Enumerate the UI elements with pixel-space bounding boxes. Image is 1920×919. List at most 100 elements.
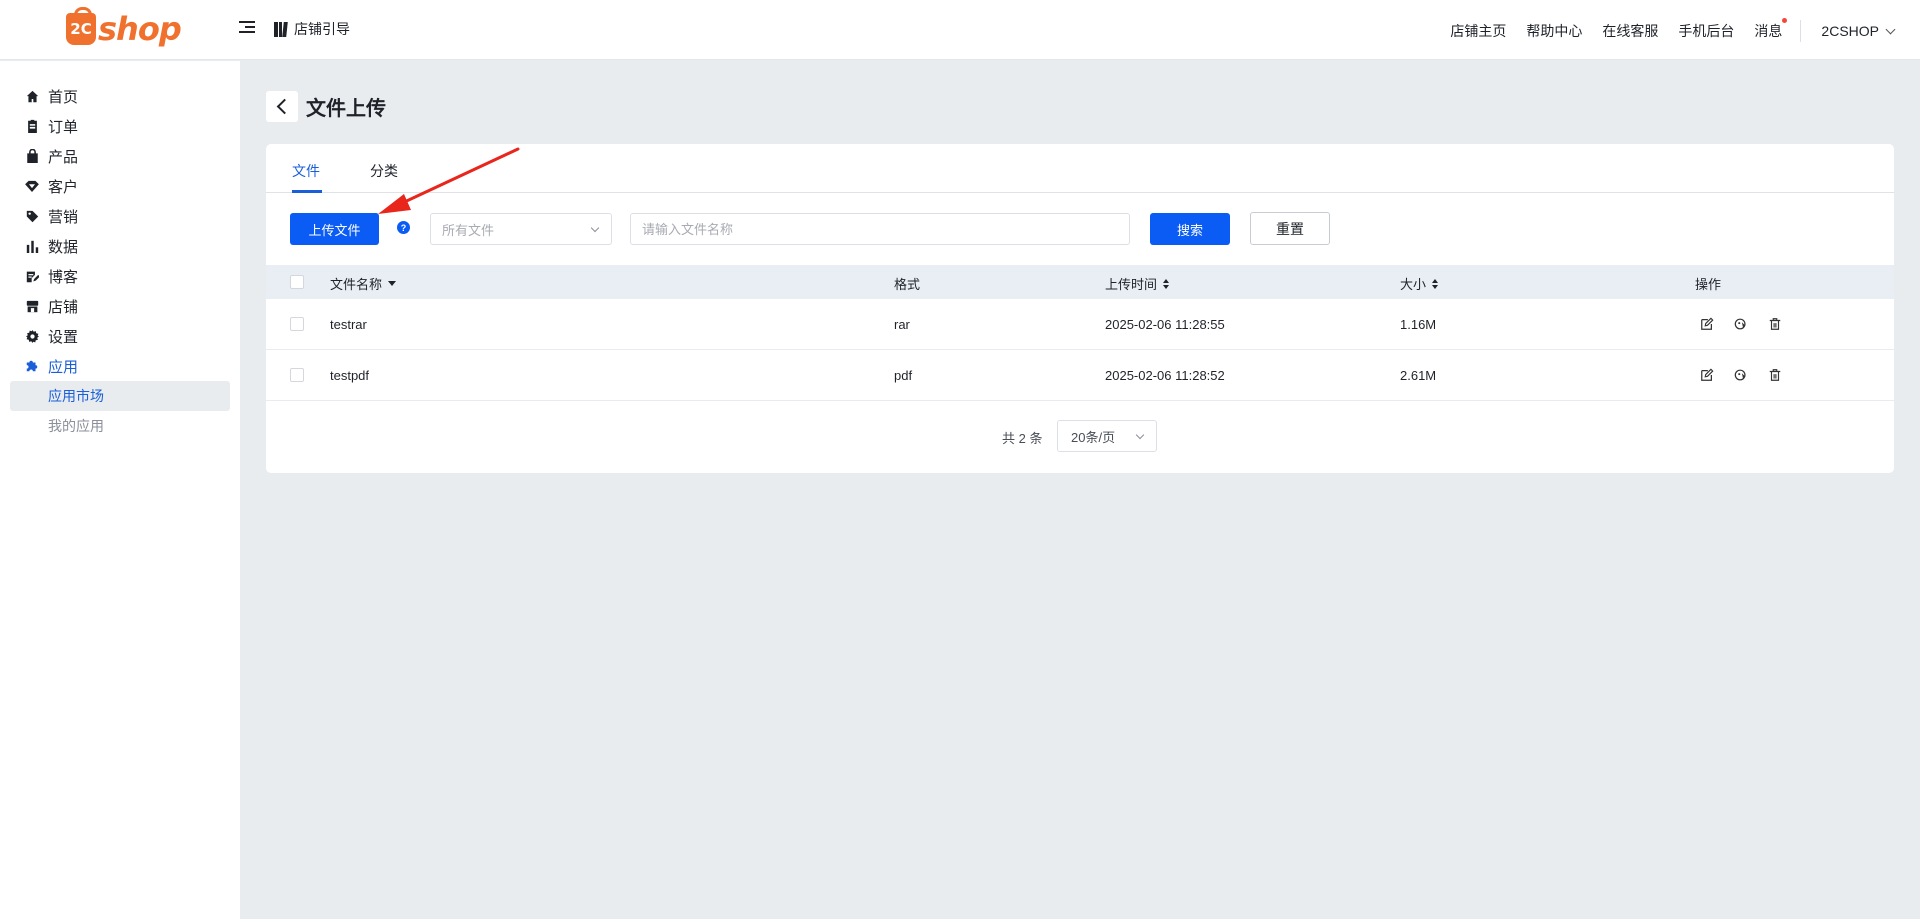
table-header: 文件名称 格式 上传时间 大小 操作 bbox=[266, 265, 1894, 299]
tag-icon bbox=[25, 209, 39, 223]
chevron-down-icon bbox=[1885, 24, 1896, 34]
sidebar-item-label: 产品 bbox=[48, 148, 79, 166]
row-checkbox[interactable] bbox=[290, 368, 304, 382]
user-menu[interactable]: 2CSHOP bbox=[1821, 23, 1896, 39]
sidebar-item-data[interactable]: 数据 bbox=[25, 234, 78, 258]
sidebar-item-products[interactable]: 产品 bbox=[25, 144, 78, 168]
upload-time-cell: 2025-02-06 11:28:55 bbox=[1105, 317, 1225, 332]
sidebar-item-label: 应用 bbox=[48, 358, 79, 376]
column-label: 格式 bbox=[894, 277, 921, 292]
column-actions: 操作 bbox=[1695, 274, 1721, 293]
page-size-value: 20条/页 bbox=[1071, 429, 1116, 445]
column-label: 操作 bbox=[1695, 277, 1722, 292]
bag-icon bbox=[25, 149, 39, 163]
menu-toggle-icon[interactable] bbox=[239, 21, 255, 37]
nav-mobile-admin[interactable]: 手机后台 bbox=[1678, 21, 1734, 41]
logo-bag-icon: 2C bbox=[66, 7, 96, 45]
sidebar-item-label: 店铺 bbox=[48, 298, 79, 316]
logo[interactable]: 2C shop bbox=[66, 7, 182, 48]
copy-link-icon[interactable] bbox=[1732, 315, 1750, 333]
top-nav: 店铺主页 帮助中心 在线客服 手机后台 消息 2CSHOP bbox=[1450, 18, 1896, 42]
sidebar-item-label: 博客 bbox=[48, 268, 79, 286]
edit-doc-icon bbox=[25, 269, 39, 283]
sidebar: 首页 订单 产品 客户 营销 数据 博客 店铺 设置 应用 应用市场 我的应用 bbox=[0, 61, 240, 919]
format-cell: rar bbox=[894, 317, 910, 332]
select-all-checkbox[interactable] bbox=[290, 275, 304, 289]
top-header: 2C shop 店铺引导 店铺主页 帮助中心 在线客服 手机后台 消息 2CSH… bbox=[0, 0, 1920, 60]
store-guide-link[interactable]: 店铺引导 bbox=[274, 19, 350, 39]
reset-button[interactable]: 重置 bbox=[1250, 212, 1330, 245]
column-upload-time[interactable]: 上传时间 bbox=[1105, 274, 1170, 293]
help-icon[interactable]: ? bbox=[397, 221, 410, 234]
size-cell: 2.61M bbox=[1400, 368, 1437, 383]
sidebar-item-store[interactable]: 店铺 bbox=[25, 294, 78, 318]
sidebar-item-apps[interactable]: 应用 bbox=[25, 354, 78, 378]
table-row: testrar rar 2025-02-06 11:28:55 1.16M bbox=[266, 299, 1894, 350]
sidebar-item-label: 订单 bbox=[48, 118, 79, 136]
table-row: testpdf pdf 2025-02-06 11:28:52 2.61M bbox=[266, 350, 1894, 401]
format-cell: pdf bbox=[894, 368, 913, 383]
active-tab-indicator bbox=[292, 190, 322, 193]
column-format: 格式 bbox=[894, 274, 920, 293]
file-panel: 文件 分类 上传文件 ? 所有文件 搜索 重置 文件名称 格式 上传时间 大小 … bbox=[266, 144, 1894, 473]
category-select[interactable]: 所有文件 bbox=[430, 213, 612, 245]
puzzle-icon bbox=[25, 359, 39, 373]
sidebar-subitem-app-market[interactable]: 应用市场 bbox=[10, 381, 230, 411]
file-name-cell: testrar bbox=[330, 317, 367, 332]
chevron-down-icon bbox=[590, 223, 600, 233]
store-guide-label: 店铺引导 bbox=[294, 21, 350, 37]
total-count: 共 2 条 bbox=[1002, 431, 1043, 446]
book-icon bbox=[274, 21, 288, 37]
upload-file-button[interactable]: 上传文件 bbox=[290, 213, 379, 245]
upload-time-cell: 2025-02-06 11:28:52 bbox=[1105, 368, 1225, 383]
nav-store-home[interactable]: 店铺主页 bbox=[1450, 21, 1506, 41]
column-file-name[interactable]: 文件名称 bbox=[330, 274, 397, 293]
edit-icon[interactable] bbox=[1698, 315, 1716, 333]
column-size[interactable]: 大小 bbox=[1400, 274, 1439, 293]
category-select-value: 所有文件 bbox=[442, 222, 495, 238]
file-name-cell: testpdf bbox=[330, 368, 370, 383]
logo-text: shop bbox=[98, 10, 182, 48]
store-icon bbox=[25, 299, 39, 313]
copy-link-icon[interactable] bbox=[1732, 366, 1750, 384]
page-title: 文件上传 bbox=[306, 98, 386, 120]
delete-icon[interactable] bbox=[1766, 315, 1784, 333]
sidebar-subitem-my-apps[interactable]: 我的应用 bbox=[10, 411, 230, 441]
nav-messages[interactable]: 消息 bbox=[1754, 18, 1788, 41]
page-size-select[interactable]: 20条/页 bbox=[1057, 420, 1157, 452]
clipboard-icon bbox=[25, 119, 39, 133]
sidebar-item-label: 首页 bbox=[48, 88, 79, 106]
file-name-search-input[interactable] bbox=[630, 213, 1130, 245]
sidebar-item-blog[interactable]: 博客 bbox=[25, 264, 78, 288]
column-label: 上传时间 bbox=[1105, 277, 1158, 292]
back-button[interactable] bbox=[266, 91, 298, 122]
sort-desc-icon bbox=[388, 281, 397, 286]
tab-categories[interactable]: 分类 bbox=[370, 161, 398, 181]
sidebar-item-home[interactable]: 首页 bbox=[25, 84, 78, 108]
sidebar-item-label: 数据 bbox=[48, 238, 79, 256]
user-name: 2CSHOP bbox=[1821, 23, 1879, 39]
tab-files[interactable]: 文件 bbox=[292, 161, 320, 181]
sidebar-item-customers[interactable]: 客户 bbox=[25, 174, 78, 198]
sidebar-item-label: 营销 bbox=[48, 208, 79, 226]
unread-dot bbox=[1782, 18, 1788, 23]
logo-mark-text: 2C bbox=[70, 20, 92, 38]
row-actions bbox=[1698, 315, 1784, 333]
tab-bar: 文件 分类 bbox=[266, 144, 1894, 193]
sidebar-item-marketing[interactable]: 营销 bbox=[25, 204, 78, 228]
diamond-icon bbox=[25, 179, 39, 193]
size-cell: 1.16M bbox=[1400, 317, 1437, 332]
sort-icon bbox=[1432, 278, 1439, 289]
sort-icon bbox=[1163, 278, 1170, 289]
nav-help-center[interactable]: 帮助中心 bbox=[1526, 21, 1582, 41]
nav-divider bbox=[1800, 20, 1802, 42]
delete-icon[interactable] bbox=[1766, 366, 1784, 384]
nav-online-service[interactable]: 在线客服 bbox=[1602, 21, 1658, 41]
sidebar-item-settings[interactable]: 设置 bbox=[25, 324, 78, 348]
gear-icon bbox=[25, 329, 39, 343]
search-button[interactable]: 搜索 bbox=[1150, 213, 1230, 245]
row-checkbox[interactable] bbox=[290, 317, 304, 331]
chevron-down-icon bbox=[1135, 430, 1145, 440]
sidebar-item-orders[interactable]: 订单 bbox=[25, 114, 78, 138]
edit-icon[interactable] bbox=[1698, 366, 1716, 384]
